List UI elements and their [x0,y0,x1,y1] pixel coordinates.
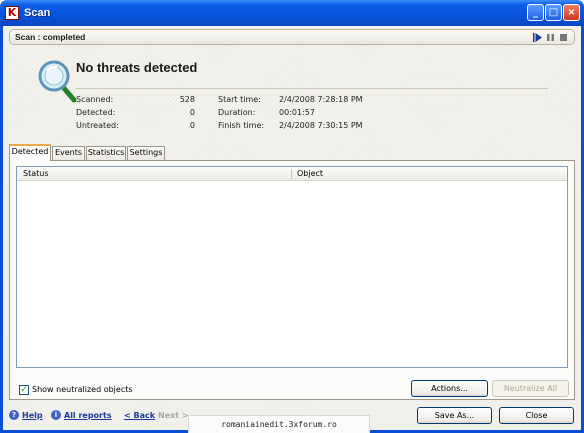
finish-time-value: 2/4/2008 7:30:15 PM [279,121,363,130]
neutralize-all-button[interactable]: Neutralize All [492,380,569,397]
close-button[interactable]: Close [499,407,574,424]
finish-time-label: Finish time: [218,121,265,130]
stop-icon[interactable] [559,33,568,42]
watermark-text: romaniainedit.3xforum.ro [188,415,370,433]
column-divider[interactable] [291,169,292,179]
maximize-button[interactable]: □ [545,4,562,21]
checkmark-icon: ✓ [20,385,28,395]
next-link: Next > [158,411,189,420]
detected-value: 0 [189,108,195,117]
tab-settings[interactable]: Settings [127,146,165,160]
window-title: Scan [24,7,51,19]
detected-label: Detected: [76,108,116,117]
column-object[interactable]: Object [297,167,557,181]
duration-value: 00:01:57 [279,108,315,117]
title-bar[interactable]: K Scan _ □ × [0,0,584,26]
minimize-icon: _ [533,7,538,18]
back-link[interactable]: < Back [124,411,155,421]
app-icon: K [5,6,19,20]
scan-result-headline: No threats detected [76,60,198,75]
detected-objects-list[interactable]: Status Object [16,166,568,368]
scan-status-text: Scan : completed [15,32,86,42]
close-window-button[interactable]: × [563,4,580,21]
help-link[interactable]: Help [22,411,43,421]
tab-events[interactable]: Events [52,146,85,160]
untreated-label: Untreated: [76,121,119,130]
reports-icon[interactable]: i [51,410,61,420]
tab-detected[interactable]: Detected [9,144,51,161]
scan-window: K Scan _ □ × Scan : completed No threats… [0,0,584,433]
headline-divider [76,88,548,89]
show-neutralized-checkbox[interactable]: ✓ [19,385,29,395]
actions-button[interactable]: Actions... [411,380,488,397]
untreated-value: 0 [189,121,195,130]
column-status[interactable]: Status [23,167,293,181]
magnifier-icon [38,60,77,103]
tab-statistics[interactable]: Statistics [86,146,126,160]
list-header: Status Object [17,167,567,181]
play-icon[interactable] [533,33,542,42]
window-client-area: Scan : completed No threats detected Sca… [3,26,581,430]
minimize-button[interactable]: _ [527,4,544,21]
start-time-label: Start time: [218,95,261,104]
maximize-icon: □ [548,7,559,18]
pause-icon[interactable] [546,33,555,42]
help-icon[interactable]: ? [9,410,19,420]
duration-label: Duration: [218,108,256,117]
start-time-value: 2/4/2008 7:28:18 PM [279,95,363,104]
save-as-button[interactable]: Save As... [417,407,492,424]
show-neutralized-label[interactable]: Show neutralized objects [32,385,133,395]
scanned-label: Scanned: [76,95,114,104]
scan-status-bar: Scan : completed [9,29,575,45]
scanned-value: 528 [179,95,195,104]
all-reports-link[interactable]: All reports [64,411,112,421]
close-icon: × [567,7,576,18]
detected-tab-panel: Status Object ✓ Show neutralized objects… [9,160,575,400]
